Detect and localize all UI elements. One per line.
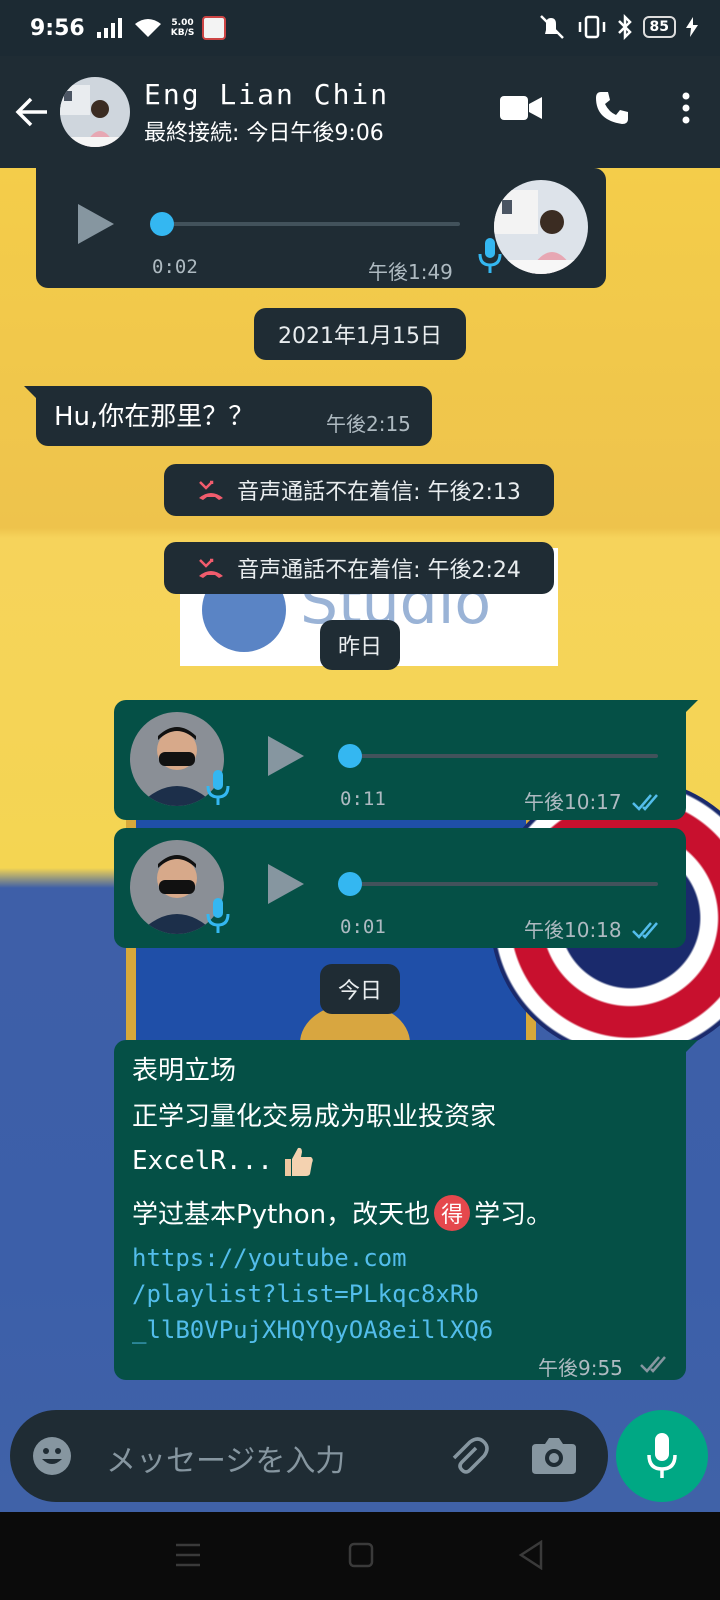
battery-level: 85 <box>642 16 676 38</box>
contact-avatar[interactable] <box>60 77 130 147</box>
back-arrow-icon <box>15 97 47 127</box>
message-time: 午後1:49 <box>368 260 453 284</box>
voice-duration: 0:01 <box>340 916 386 938</box>
message-text: Hu,你在那里？？ <box>54 402 255 432</box>
voice-record-button[interactable] <box>616 1410 708 1502</box>
text-message-incoming[interactable]: Hu,你在那里？？ 午後2:15 <box>24 386 432 446</box>
message-time: 午後10:18 <box>524 918 622 942</box>
contact-name: Eng Lian Chin <box>144 77 390 111</box>
message-line: ExcelR... <box>132 1144 315 1178</box>
voice-progress-handle[interactable] <box>150 212 174 236</box>
message-line: 学过基本Python，改天也 得 学习。 <box>132 1194 552 1231</box>
message-time: 午後10:17 <box>524 790 622 814</box>
voice-duration: 0:02 <box>152 256 198 278</box>
home-icon[interactable] <box>348 1542 374 1568</box>
play-button[interactable] <box>268 864 304 904</box>
bluetooth-icon <box>617 14 632 40</box>
message-line: 表明立场 <box>132 1056 237 1086</box>
thumbs-up-icon <box>284 1147 313 1176</box>
chat-area[interactable]: Studio 0:02 午後1:49 2021年1月15日 Hu,你在那里？？ … <box>0 168 720 1512</box>
signal-icon <box>96 18 122 38</box>
mic-icon <box>206 898 230 933</box>
message-line: 正学习量化交易成为职业投资家 <box>132 1102 497 1132</box>
system-nav-bar <box>0 1512 720 1600</box>
play-button[interactable] <box>268 736 304 776</box>
missed-call-icon <box>199 558 224 578</box>
microphone-icon <box>647 1433 677 1478</box>
mic-icon <box>206 770 230 805</box>
voice-progress-track[interactable] <box>348 754 658 758</box>
emoji-badge: 得 <box>434 1194 471 1231</box>
play-button[interactable] <box>78 204 114 244</box>
missed-call-text: 音声通話不在着信: 午後2:24 <box>237 558 521 583</box>
read-receipt-icon <box>632 922 658 939</box>
charging-icon <box>686 17 698 37</box>
date-divider: 2021年1月15日 <box>254 308 466 360</box>
read-receipt-icon <box>640 1356 666 1373</box>
header-actions <box>500 90 690 126</box>
missed-call-text: 音声通話不在着信: 午後2:13 <box>237 480 521 505</box>
youtube-link[interactable]: https://youtube.com /playlist?list=PLkqc… <box>132 1240 493 1348</box>
more-options-icon[interactable] <box>682 92 690 124</box>
voice-progress-track[interactable] <box>348 882 658 886</box>
sender-avatar <box>494 180 588 274</box>
missed-call-notice[interactable]: 音声通話不在着信: 午後2:13 <box>164 464 554 516</box>
attach-icon[interactable] <box>446 1434 490 1478</box>
contact-info[interactable]: Eng Lian Chin 最終接続: 今日午後9:06 <box>144 78 389 147</box>
back-nav-icon[interactable] <box>518 1540 544 1570</box>
voice-message-incoming[interactable]: 0:02 午後1:49 <box>36 168 606 288</box>
camera-icon[interactable] <box>532 1436 576 1474</box>
app-notification-icon <box>202 16 227 40</box>
status-right-icons: 85 <box>537 14 698 40</box>
mic-icon <box>478 238 502 273</box>
message-time: 午後9:55 <box>538 1356 623 1380</box>
recents-icon[interactable] <box>174 1542 202 1568</box>
status-time: 9:56 <box>30 15 85 41</box>
message-input[interactable]: メッセージを入力 <box>106 1436 345 1480</box>
status-bar: 9:56 5.00 KB/S 85 <box>0 0 720 56</box>
status-left-icons: 5.00 KB/S <box>96 16 227 40</box>
voice-progress-handle[interactable] <box>338 872 362 896</box>
emoji-icon[interactable] <box>32 1436 72 1476</box>
message-time: 午後2:15 <box>326 412 411 436</box>
voice-progress-handle[interactable] <box>338 744 362 768</box>
date-divider: 今日 <box>320 964 400 1014</box>
back-button[interactable] <box>4 97 60 127</box>
voice-call-icon[interactable] <box>594 90 630 126</box>
vibrate-icon <box>578 15 605 39</box>
read-receipt-icon <box>632 794 658 811</box>
message-input-bar: メッセージを入力 <box>10 1410 608 1502</box>
missed-call-notice[interactable]: 音声通話不在着信: 午後2:24 <box>164 542 554 594</box>
voice-message-outgoing[interactable]: 0:01 午後10:18 <box>114 828 686 948</box>
voice-message-outgoing[interactable]: 0:11 午後10:17 <box>114 700 698 820</box>
voice-duration: 0:11 <box>340 788 386 810</box>
mute-icon <box>539 15 564 39</box>
voice-progress-track[interactable] <box>160 222 460 226</box>
video-call-icon[interactable] <box>500 94 542 122</box>
missed-call-icon <box>199 480 224 500</box>
network-speed: 5.00 KB/S <box>170 18 195 38</box>
text-message-outgoing[interactable]: 表明立场 正学习量化交易成为职业投资家 ExcelR... 学过基本Python… <box>114 1040 698 1380</box>
last-seen: 最終接続: 今日午後9:06 <box>144 120 384 146</box>
date-divider: 昨日 <box>320 620 400 670</box>
chat-header: Eng Lian Chin 最終接続: 今日午後9:06 <box>0 56 720 168</box>
wifi-icon <box>134 19 161 37</box>
